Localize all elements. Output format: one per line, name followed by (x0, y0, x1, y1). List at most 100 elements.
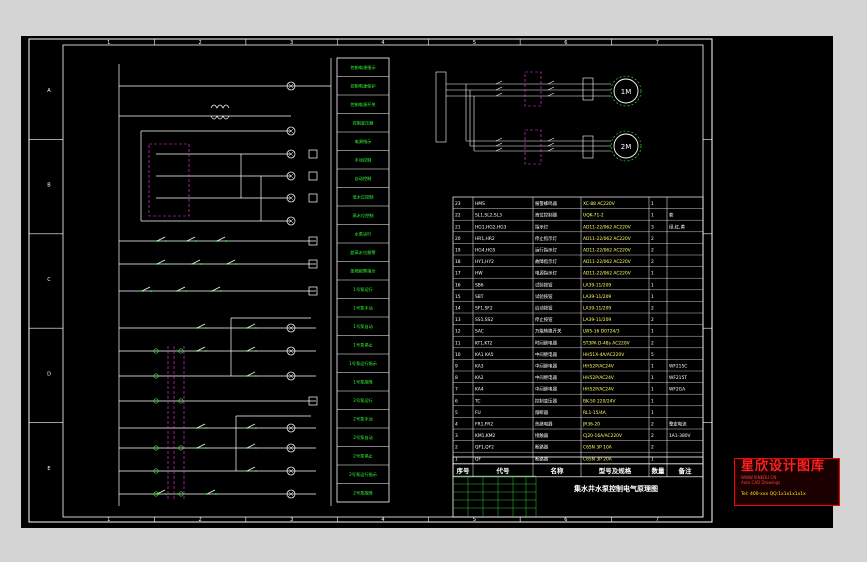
parts-table-cell: 运行指示灯 (535, 247, 558, 254)
parts-table-row: 1 QF 断路器 C65N 3P 20A 1 (455, 455, 654, 462)
parts-table-cell: HH52P/AC24V (583, 375, 614, 381)
function-box-text: 控制电源开关 (350, 101, 375, 108)
border-number-top: 4 (381, 40, 384, 46)
power-contact-icon (495, 92, 503, 97)
function-box-text: 1号泵自动 (353, 323, 372, 330)
parts-table-cell: 1 (651, 329, 654, 335)
parts-table-row: 14 SF1,SF2 启动按钮 LA39-11/209 2 (455, 305, 654, 312)
parts-table-row: 5 FU 熔断器 RL1-15/4A 1 (455, 409, 654, 416)
parts-table-cell: LW5-16 D0724/3 (583, 329, 620, 335)
parts-table-cell: 10 (455, 352, 461, 358)
power-contact-icon (547, 142, 555, 147)
parts-table-cell: HW (475, 271, 483, 277)
parts-table-cell: 1 (651, 271, 654, 277)
parts-table-row: 12 SAC 万能转换开关 LW5-16 D0724/3 1 (455, 328, 654, 335)
parts-table-cell: KT1,KT2 (475, 340, 493, 346)
parts-table-cell: 整定电流 (669, 421, 687, 428)
parts-table-row: 13 SS1,SS2 停止按钮 LA39-11/209 2 (455, 316, 654, 323)
parts-table-cell: 热继电器 (535, 421, 553, 428)
motor-1-label: 1M (621, 88, 632, 96)
function-box-text: 2号泵自动 (353, 434, 372, 441)
parts-table-cell: 19 (455, 248, 461, 254)
schematic-drawing: 11223344556677ABCDE 控制电源指示控制电源保护控制电源开关控制… (28, 38, 713, 523)
parts-table-cell: BK-50 220/24V (583, 398, 615, 404)
function-box-text: 1号泵运行 (353, 286, 372, 293)
border-number-top: 2 (199, 40, 202, 46)
power-contact-icon (547, 137, 555, 142)
parts-table-cell: 熔断器 (535, 409, 549, 416)
motor-2: 2M (610, 130, 642, 162)
function-box-text: 2号泵运行 (353, 397, 372, 404)
parts-table-cell: 断路器 (535, 455, 549, 462)
parts-table-cell: AD11-22/062 AC220V (583, 248, 631, 254)
parts-table-cell: AD11-22/062 AC220V (583, 259, 631, 265)
parts-table-cell: LA39-11/209 (583, 294, 611, 300)
parts-table-cell: 13 (455, 317, 461, 323)
parts-table-cell: HG4,HG5 (475, 248, 496, 254)
parts-table-cell: 中间继电器 (535, 386, 558, 393)
parts-table-row: 15 SBT 试验按钮 LA39-11/209 1 (455, 293, 654, 300)
function-box-text: 1号泵故障 (353, 378, 372, 385)
parts-table-cell: 接触器 (535, 432, 549, 439)
parts-table-cell: 21 (455, 224, 461, 230)
parts-table-cell: 停止按钮 (535, 316, 553, 323)
power-contact-icon (547, 147, 555, 152)
parts-table-cell: LA39-11/209 (583, 317, 611, 323)
parts-table-cell: KA4 (475, 387, 484, 393)
parts-table-cell: CJ20-16A/AC220V (583, 433, 622, 439)
parts-table-cell: 18 (455, 259, 461, 265)
parts-table-cell: KA2 (475, 375, 484, 381)
parts-table-cell: 4 (455, 422, 458, 428)
function-box-text: 1号泵运行指示 (349, 360, 377, 367)
parts-table-cell: KA3 (475, 364, 484, 370)
parts-table-cell: 中间继电器 (535, 351, 558, 358)
parts-table-cell: HH52P/AC24V (583, 364, 614, 370)
function-box-text: 控制电源保护 (350, 82, 375, 89)
parts-table-cell: SBT (475, 294, 484, 300)
parts-table-row: 8 KA2 中间继电器 HH52P/AC24V 1 WF215T (455, 374, 687, 381)
power-contact-icon (495, 147, 503, 152)
parts-table-cell: 1 (651, 213, 654, 219)
parts-table-cell: 14 (455, 306, 461, 312)
parts-table-cell: SB6 (475, 282, 484, 288)
control-circuit-components (141, 81, 318, 501)
parts-table-row: 19 HG4,HG5 运行指示灯 AD11-22/062 AC220V 2 (455, 247, 654, 254)
parts-table-cell: 1 (651, 282, 654, 288)
parts-table-cell: 3 (455, 433, 458, 439)
parts-table-cell: XC-88 AC220V (583, 201, 615, 207)
function-box-text: 2号泵故障 (353, 489, 372, 496)
border-number-left: B (47, 183, 51, 189)
motor-2-label: 2M (621, 143, 632, 151)
power-contact-icon (495, 86, 503, 91)
parts-table-cell: 绿,红,黄 (669, 223, 686, 230)
parts-table-cell: 2 (651, 259, 654, 265)
function-box-text: 自动控制 (355, 175, 372, 182)
parts-table-cell: 断路器 (535, 444, 549, 451)
title-block-name: 集水井水泵控制电气原理图 (573, 484, 658, 493)
parts-table-cell: 液位控制器 (535, 212, 558, 219)
border-number-bottom: 4 (381, 517, 384, 523)
parts-table-cell: 22 (455, 213, 461, 219)
function-box-text: 1号泵手动 (353, 304, 372, 311)
title-block: 集水井水泵控制电气原理图 (452, 456, 704, 518)
border-number-bottom: 1 (107, 517, 110, 523)
function-box-text: 高水位控制 (353, 212, 374, 219)
parts-table-cell: 1 (651, 410, 654, 416)
parts-table-cell: HR1,HR2 (475, 236, 495, 242)
parts-table-cell: 1 (651, 398, 654, 404)
parts-table-row: 22 SL1,SL2,SL3 液位控制器 UQK-71-2 1 套 (455, 212, 674, 219)
parts-table-header: 型号及规格 (599, 466, 632, 475)
border-number-top: 6 (564, 40, 567, 46)
parts-table-cell: 7 (455, 387, 458, 393)
parts-table-cell: 1 (651, 387, 654, 393)
power-contact-icon (495, 80, 503, 85)
border-number-bottom: 5 (473, 517, 476, 523)
border-number-top: 7 (656, 40, 659, 46)
parts-table-cell: 1 (651, 294, 654, 300)
parts-table-cell: 20 (455, 236, 461, 242)
parts-table-cell: LA39-11/209 (583, 306, 611, 312)
control-circuit (118, 58, 332, 506)
parts-table-cell: 8 (455, 375, 458, 381)
cad-drawing-canvas[interactable]: 11223344556677ABCDE 控制电源指示 控制电源保护 控制电源开关… (21, 36, 833, 528)
parts-table-cell: 报警蜂鸣器 (535, 200, 558, 207)
